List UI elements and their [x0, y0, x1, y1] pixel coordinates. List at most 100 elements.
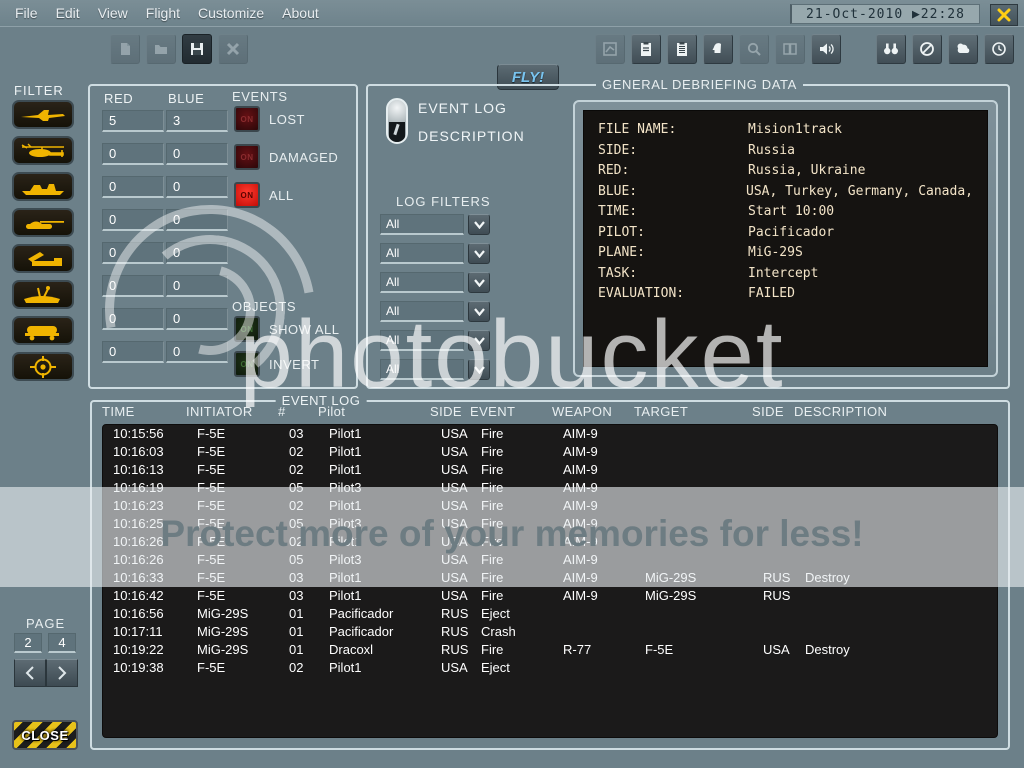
log-filter-4[interactable]: All [380, 330, 490, 351]
close-window-button[interactable] [990, 4, 1018, 26]
event-log-row[interactable]: 10:16:26 F-5E 02 Pilot1 USA Fire AIM-9 [103, 533, 997, 551]
toggle-option-event-log[interactable]: EVENT LOG [418, 100, 525, 116]
event-log-row[interactable]: 10:19:38 F-5E 02 Pilot1 USA Eject [103, 659, 997, 677]
filter-vehicle-button[interactable] [12, 316, 74, 345]
cell-weapon [563, 659, 645, 677]
red-count-6[interactable] [102, 308, 164, 330]
log-filter-0-arrow[interactable] [468, 214, 490, 235]
log-filter-3[interactable]: All [380, 301, 490, 322]
object-filter-invert[interactable]: ON INVERT [234, 351, 319, 377]
menu-item-customize[interactable]: Customize [189, 2, 273, 24]
binoculars-button[interactable] [876, 34, 906, 64]
close-button[interactable]: CLOSE [12, 720, 78, 750]
save-file-button[interactable] [182, 34, 212, 64]
blue-count-5[interactable] [166, 275, 228, 297]
menu-item-about[interactable]: About [273, 2, 328, 24]
cell-time: 10:15:56 [113, 426, 164, 441]
cell-time: 10:16:25 [113, 516, 164, 531]
log-filter-1-arrow[interactable] [468, 243, 490, 264]
briefing-list-button[interactable] [667, 34, 697, 64]
filter-tank-button[interactable] [12, 208, 74, 237]
counters-panel: RED BLUE ON LOST ON DAMAGED ON ALL ON SH… [88, 84, 358, 389]
blue-count-2[interactable] [166, 176, 228, 198]
chart-button[interactable] [595, 34, 625, 64]
blue-count-0[interactable] [166, 110, 228, 132]
filter-ship-button[interactable] [12, 172, 74, 201]
log-filter-3-arrow[interactable] [468, 301, 490, 322]
red-count-5[interactable] [102, 275, 164, 297]
red-count-0[interactable] [102, 110, 164, 132]
cell-time: 10:16:33 [113, 570, 164, 585]
event-filter-damaged[interactable]: ON DAMAGED [234, 144, 338, 170]
event-log-row[interactable]: 10:16:42 F-5E 03 Pilot1 USA Fire AIM-9 MiG-29S R… [103, 587, 997, 605]
cell-side: USA [441, 462, 468, 477]
blue-count-7[interactable] [166, 341, 228, 363]
menu-item-file[interactable]: File [6, 2, 47, 24]
red-count-2[interactable] [102, 176, 164, 198]
object-filter-show-all[interactable]: ON SHOW ALL [234, 316, 339, 342]
book-button[interactable] [775, 34, 805, 64]
event-filter-all[interactable]: ON ALL [234, 182, 294, 208]
cell-num: 03 [289, 570, 304, 585]
event-log-row[interactable]: 10:16:13 F-5E 02 Pilot1 USA Fire AIM-9 [103, 461, 997, 479]
page-total[interactable]: 4 [48, 633, 76, 653]
menu-item-view[interactable]: View [89, 2, 137, 24]
log-filter-1[interactable]: All [380, 243, 490, 264]
open-file-button[interactable] [146, 34, 176, 64]
red-count-7[interactable] [102, 341, 164, 363]
event-filter-lost[interactable]: ON LOST [234, 106, 305, 132]
pilot-button[interactable] [703, 34, 733, 64]
chevron-left-icon [25, 666, 34, 680]
sound-button[interactable] [811, 34, 841, 64]
no-entry-button[interactable] [912, 34, 942, 64]
log-filter-5[interactable]: All [380, 359, 490, 380]
log-filter-4-arrow[interactable] [468, 330, 490, 351]
chart-icon [603, 42, 617, 56]
event-log-body[interactable]: 10:15:56 F-5E 03 Pilot1 USA Fire AIM-9 10:16:03… [102, 424, 998, 738]
log-filter-2[interactable]: All [380, 272, 490, 293]
toggle-option-description[interactable]: DESCRIPTION [418, 128, 525, 144]
search-button[interactable] [739, 34, 769, 64]
event-log-row[interactable]: 10:16:03 F-5E 02 Pilot1 USA Fire AIM-9 [103, 443, 997, 461]
clock-button[interactable] [984, 34, 1014, 64]
event-log-row[interactable]: 10:16:25 F-5E 05 Pilot3 USA Fire AIM-9 [103, 515, 997, 533]
blue-count-3[interactable] [166, 209, 228, 231]
save-file-icon [191, 43, 203, 55]
close-file-button[interactable] [218, 34, 248, 64]
page-next-button[interactable] [46, 659, 78, 687]
event-log-row[interactable]: 10:16:56 MiG-29S 01 Pacificador RUS Eject [103, 605, 997, 623]
event-log-row[interactable]: 10:16:26 F-5E 05 Pilot3 USA Fire AIM-9 [103, 551, 997, 569]
page-prev-button[interactable] [14, 659, 46, 687]
event-log-row[interactable]: 10:17:11 MiG-29S 01 Pacificador RUS Crash [103, 623, 997, 641]
menu-item-edit[interactable]: Edit [47, 2, 89, 24]
blue-count-4[interactable] [166, 242, 228, 264]
red-count-3[interactable] [102, 209, 164, 231]
log-filter-2-arrow[interactable] [468, 272, 490, 293]
event-log-row[interactable]: 10:15:56 F-5E 03 Pilot1 USA Fire AIM-9 [103, 425, 997, 443]
cell-event: Fire [481, 534, 504, 549]
event-log-row[interactable]: 10:19:22 MiG-29S 01 Dracoxl RUS Fire R-77 F-5E U… [103, 641, 997, 659]
blue-count-6[interactable] [166, 308, 228, 330]
event-log-row[interactable]: 10:16:19 F-5E 05 Pilot3 USA Fire AIM-9 [103, 479, 997, 497]
menu-item-flight[interactable]: Flight [137, 2, 189, 24]
damaged-label: DAMAGED [269, 149, 339, 165]
clipboard-button[interactable] [631, 34, 661, 64]
blue-count-1[interactable] [166, 143, 228, 165]
red-count-4[interactable] [102, 242, 164, 264]
cell-weapon: AIM-9 [563, 516, 598, 531]
filter-artillery-button[interactable] [12, 244, 74, 273]
log-filter-0[interactable]: All [380, 214, 490, 235]
filter-plane-button[interactable] [12, 100, 74, 129]
page-current[interactable]: 2 [14, 633, 42, 653]
red-count-1[interactable] [102, 143, 164, 165]
event-log-row[interactable]: 10:16:23 F-5E 02 Pilot1 USA Fire AIM-9 [103, 497, 997, 515]
weather-button[interactable] [948, 34, 978, 64]
filter-sam-site-button[interactable] [12, 280, 74, 309]
view-mode-toggle[interactable] [386, 98, 408, 144]
event-log-row[interactable]: 10:16:33 F-5E 03 Pilot1 USA Fire AIM-9 MiG-29S R… [103, 569, 997, 587]
cell-side: USA [441, 480, 468, 495]
log-filter-5-arrow[interactable] [468, 359, 490, 380]
filter-helicopter-button[interactable] [12, 136, 74, 165]
filter-target-button[interactable] [12, 352, 74, 381]
new-file-button[interactable] [110, 34, 140, 64]
